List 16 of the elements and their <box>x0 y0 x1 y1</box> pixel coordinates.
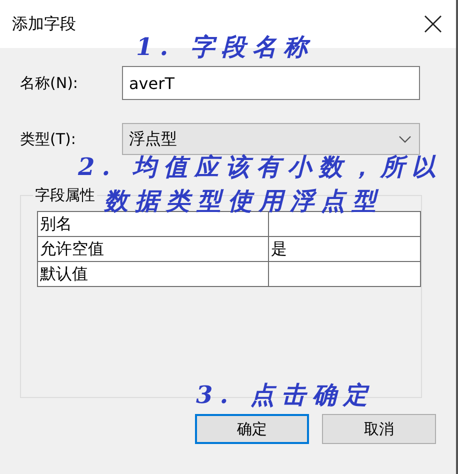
name-field[interactable]: averT <box>122 66 420 100</box>
group-title: 字段属性 <box>34 186 96 205</box>
ok-button[interactable]: 确定 <box>195 414 309 444</box>
property-value-cell: 是 <box>268 236 420 262</box>
cancel-button[interactable]: 取消 <box>322 414 436 444</box>
type-dropdown[interactable]: 浮点型 <box>122 123 420 155</box>
property-name-cell: 默认值 <box>38 262 268 286</box>
window-title: 添加字段 <box>12 14 76 34</box>
close-icon[interactable] <box>424 15 442 33</box>
field-label: 名称(N): <box>20 74 79 92</box>
property-name-cell: 允许空值 <box>38 236 268 262</box>
property-name-cell: 别名 <box>38 212 268 236</box>
chevron-down-icon <box>399 136 411 142</box>
annotation-text: 3. 点击确定 <box>196 379 374 411</box>
field-label: 类型(T): <box>20 130 77 148</box>
annotation-text: 1. 字段名称 <box>136 31 314 63</box>
